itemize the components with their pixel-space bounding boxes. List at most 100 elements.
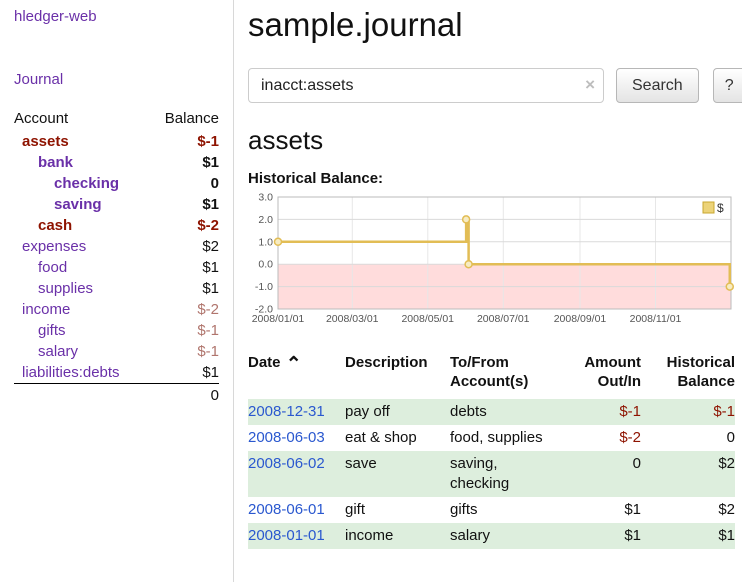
- account-link-food[interactable]: food: [14, 259, 67, 276]
- svg-text:2008/09/01: 2008/09/01: [554, 313, 607, 325]
- transaction-accounts: saving, checking: [450, 451, 562, 497]
- search-box: ×: [248, 68, 604, 103]
- account-balance: $1: [202, 196, 219, 213]
- main-content: sample.journal × Search ? assets Histori…: [234, 0, 742, 582]
- transaction-date-link[interactable]: 2008-12-31: [248, 403, 325, 420]
- transaction-description: income: [345, 523, 450, 549]
- brand-link[interactable]: hledger-web: [14, 8, 219, 25]
- register-row: 2008-06-03 eat & shopfood, supplies$-20: [248, 425, 735, 451]
- register-col-header-description: Description: [345, 353, 450, 399]
- accounts-table-body: assets$-1bank$1checking0saving$1cash$-2e…: [14, 131, 219, 383]
- transaction-accounts: food, supplies: [450, 425, 562, 451]
- search-input[interactable]: [248, 68, 604, 103]
- register-col-header-historical: HistoricalBalance: [641, 353, 735, 399]
- account-link-gifts[interactable]: gifts: [14, 322, 66, 339]
- transaction-accounts: salary: [450, 523, 562, 549]
- transaction-amount: $1: [562, 497, 641, 523]
- account-balance: $1: [202, 259, 219, 276]
- balance-chart-svg: 3.02.01.00.0-1.0-2.02008/01/012008/03/01…: [248, 191, 735, 329]
- accounts-total-value: 0: [211, 387, 219, 404]
- account-row: bank$1: [14, 152, 219, 173]
- accounts-total-row: 0: [14, 383, 219, 407]
- sidebar-item-journal[interactable]: Journal: [14, 71, 219, 88]
- account-row: liabilities:debts $1: [14, 362, 219, 383]
- account-link-income[interactable]: income: [14, 301, 70, 318]
- account-row: checking 0: [14, 173, 219, 194]
- account-balance: $-1: [197, 322, 219, 339]
- transaction-description: save: [345, 451, 450, 497]
- register-row: 2008-06-02 savesaving, checking0$2: [248, 451, 735, 497]
- account-balance: $1: [202, 280, 219, 297]
- svg-text:2008/11/01: 2008/11/01: [630, 313, 682, 325]
- register-table-body: 2008-12-31pay offdebts$-1$-12008-06-03ea…: [248, 399, 735, 549]
- transaction-accounts: gifts: [450, 497, 562, 523]
- transaction-balance: $2: [641, 497, 735, 523]
- account-link-liabilities-debts[interactable]: liabilities:debts: [14, 364, 120, 381]
- account-row: salary $-1: [14, 341, 219, 362]
- svg-text:2.0: 2.0: [258, 214, 273, 226]
- transaction-description: eat & shop: [345, 425, 450, 451]
- account-row: food $1: [14, 257, 219, 278]
- transaction-balance: $-1: [641, 399, 735, 425]
- search-button[interactable]: Search: [616, 68, 699, 103]
- app-window: hledger-web Journal Account Balance asse…: [0, 0, 742, 582]
- register-col-header-date[interactable]: Date ⌃: [248, 353, 345, 399]
- register-col-header-tofrom: To/FromAccount(s): [450, 353, 562, 399]
- clear-search-icon[interactable]: ×: [585, 75, 595, 95]
- account-balance: $-1: [197, 343, 219, 360]
- accounts-header-account: Account: [14, 110, 68, 127]
- account-balance: $-2: [197, 301, 219, 318]
- register-table-head: Date ⌃DescriptionTo/FromAccount(s)Amount…: [248, 353, 735, 399]
- account-link-salary[interactable]: salary: [14, 343, 78, 360]
- transaction-date-link[interactable]: 2008-01-01: [248, 527, 325, 544]
- transaction-description: gift: [345, 497, 450, 523]
- transaction-date-link[interactable]: 2008-06-02: [248, 455, 325, 472]
- legend-swatch: [703, 202, 714, 213]
- account-link-checking[interactable]: checking: [14, 175, 119, 192]
- svg-text:0.0: 0.0: [258, 259, 273, 271]
- transaction-description: pay off: [345, 399, 450, 425]
- account-balance: $2: [202, 238, 219, 255]
- account-balance: $-2: [197, 217, 219, 234]
- account-balance: 0: [211, 175, 219, 192]
- svg-text:1.0: 1.0: [258, 236, 273, 248]
- help-button[interactable]: ?: [713, 68, 742, 103]
- account-row: saving $1: [14, 194, 219, 215]
- register-col-header-amount: AmountOut/In: [562, 353, 641, 399]
- svg-text:-1.0: -1.0: [255, 281, 273, 293]
- legend-label: $: [717, 201, 724, 215]
- accounts-header-balance: Balance: [165, 110, 219, 127]
- account-heading: assets: [248, 125, 742, 156]
- accounts-header: Account Balance: [14, 108, 219, 131]
- register-row: 2008-01-01incomesalary$1$1: [248, 523, 735, 549]
- search-bar: × Search ?: [248, 68, 742, 103]
- account-link-saving[interactable]: saving: [14, 196, 102, 213]
- account-balance: $1: [202, 364, 219, 381]
- register-row: 2008-06-01 giftgifts$1$2: [248, 497, 735, 523]
- account-row: assets$-1: [14, 131, 219, 152]
- account-row: gifts $-1: [14, 320, 219, 341]
- transaction-balance: $1: [641, 523, 735, 549]
- accounts-panel: Account Balance assets$-1bank$1checking0…: [14, 108, 219, 407]
- svg-text:2008/07/01: 2008/07/01: [477, 313, 530, 325]
- transaction-amount: $1: [562, 523, 641, 549]
- account-row: income $-2: [14, 299, 219, 320]
- transaction-amount: $-1: [562, 399, 641, 425]
- account-row: expenses $2: [14, 236, 219, 257]
- transaction-date-link[interactable]: 2008-06-03: [248, 429, 325, 446]
- svg-text:2008/05/01: 2008/05/01: [401, 313, 454, 325]
- transaction-balance: $2: [641, 451, 735, 497]
- svg-text:2008/01/01: 2008/01/01: [252, 313, 305, 325]
- account-link-assets[interactable]: assets: [14, 133, 69, 150]
- transaction-date-link[interactable]: 2008-06-01: [248, 501, 325, 518]
- transaction-amount: 0: [562, 451, 641, 497]
- account-link-expenses[interactable]: expenses: [14, 238, 86, 255]
- account-link-bank[interactable]: bank: [14, 154, 73, 171]
- account-row: supplies $1: [14, 278, 219, 299]
- register-row: 2008-12-31pay offdebts$-1$-1: [248, 399, 735, 425]
- register-table: Date ⌃DescriptionTo/FromAccount(s)Amount…: [248, 353, 735, 549]
- account-link-supplies[interactable]: supplies: [14, 280, 93, 297]
- transaction-amount: $-2: [562, 425, 641, 451]
- transaction-balance: 0: [641, 425, 735, 451]
- account-link-cash[interactable]: cash: [14, 217, 72, 234]
